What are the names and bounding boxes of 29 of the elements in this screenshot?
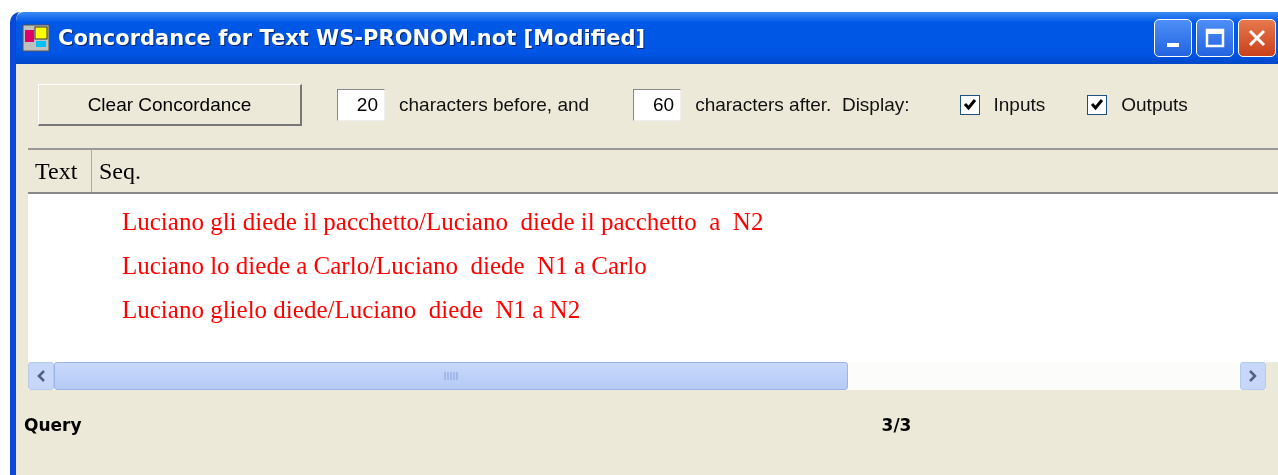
sequence-cell: Luciano glielo diede/Luciano diede N1 a N2	[122, 296, 581, 324]
close-icon	[1247, 28, 1267, 48]
characters-after-field[interactable]: 60	[633, 89, 682, 121]
horizontal-scrollbar[interactable]	[28, 362, 1266, 390]
grip-icon	[444, 371, 458, 381]
minimize-button[interactable]	[1154, 19, 1192, 57]
scroll-left-button[interactable]	[28, 362, 54, 390]
maximize-icon	[1205, 28, 1225, 48]
app-icon	[22, 24, 50, 52]
minimize-icon	[1167, 43, 1179, 47]
checkbox[interactable]: Outputs	[1087, 94, 1188, 116]
scroll-right-button[interactable]	[1240, 362, 1266, 390]
close-button[interactable]	[1238, 19, 1276, 57]
clear-concordance-button[interactable]: Clear Concordance	[38, 84, 302, 126]
sequence-cell: Luciano gli diede il pacchetto/Luciano diede il pacchetto a N2	[122, 208, 764, 236]
characters-after-label: characters after. Display:	[695, 94, 910, 116]
checkbox[interactable]: Inputs	[959, 94, 1046, 116]
sequence-cell: Luciano lo diede a Carlo/Luciano diede N1 a Carlo	[122, 252, 647, 280]
window-title: Concordance for Text WS-PRONOM.not [Modified]	[58, 26, 646, 50]
checkbox-icon	[1087, 95, 1108, 115]
maximize-button[interactable]	[1196, 19, 1234, 57]
column-header[interactable]: Text	[28, 150, 92, 192]
result-count: 3/3	[881, 415, 912, 435]
column-header[interactable]: Seq.	[92, 150, 1278, 192]
scrollbar-thumb[interactable]	[54, 362, 848, 390]
checkbox-icon	[959, 95, 980, 115]
characters-before-label: characters before, and	[399, 94, 590, 116]
query-label: Query	[24, 415, 82, 435]
characters-before-field[interactable]: 20	[337, 89, 385, 121]
